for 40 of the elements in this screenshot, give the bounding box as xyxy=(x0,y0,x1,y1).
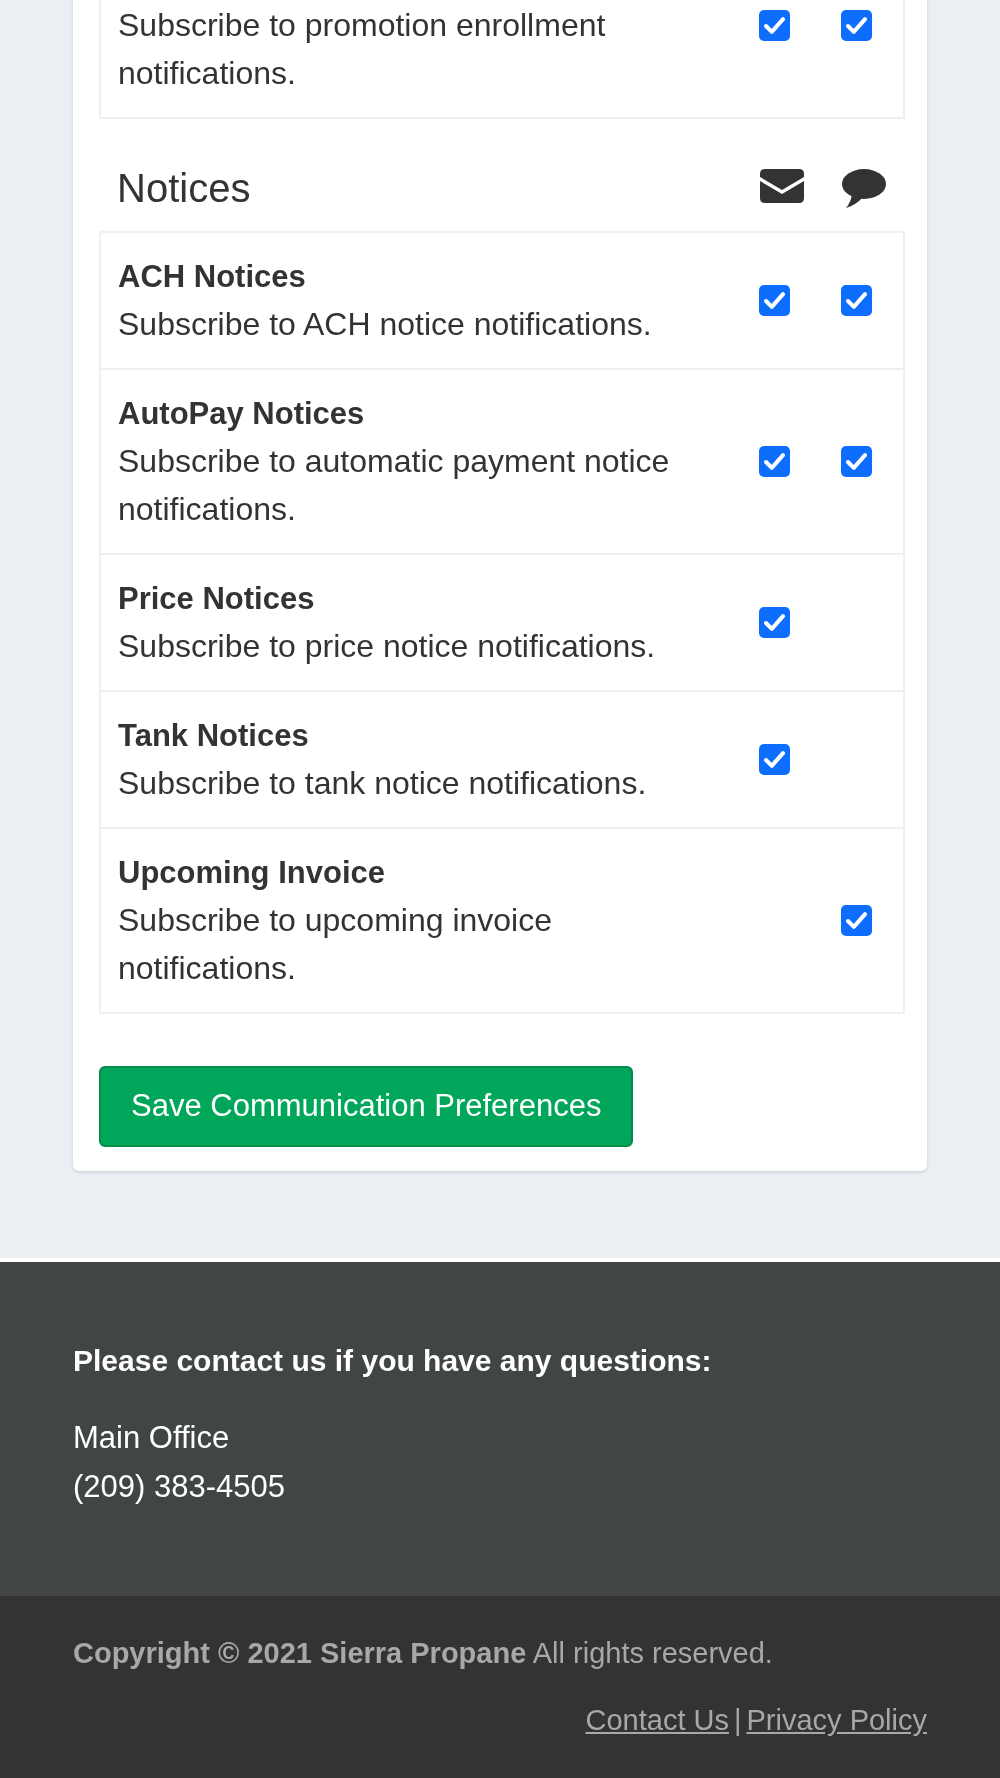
footer-link[interactable]: Privacy Policy xyxy=(746,1698,927,1743)
option-title: ACH Notices xyxy=(118,258,307,296)
checkbox[interactable] xyxy=(840,446,872,477)
footer-link[interactable]: Contact Us xyxy=(585,1698,729,1743)
checkbox[interactable] xyxy=(758,607,790,638)
check-icon xyxy=(763,453,785,470)
check-icon xyxy=(845,453,867,470)
option-description: Subscribe to promotion enrollment notifications. xyxy=(118,6,607,93)
checkbox[interactable] xyxy=(758,446,790,477)
option-title: Tank Notices xyxy=(118,717,310,755)
link-separator: | xyxy=(733,1703,742,1738)
copyright-notice: Copyright © 2021 Sierra Propane All rights reserved. xyxy=(73,1636,773,1671)
save-button[interactable]: Save Communication Preferences xyxy=(99,1066,634,1147)
speech-bubble-icon xyxy=(842,168,886,208)
footer-heading: Please contact us if you have any questions: xyxy=(73,1343,712,1379)
check-icon xyxy=(845,292,867,309)
option-title: Price Notices xyxy=(118,580,316,618)
checkbox[interactable] xyxy=(840,285,872,316)
envelope-icon xyxy=(760,168,804,203)
check-icon xyxy=(845,912,867,929)
check-icon xyxy=(763,17,785,34)
checkbox[interactable] xyxy=(840,10,872,41)
option-description: Subscribe to automatic payment notice notifications. xyxy=(118,442,671,529)
checkbox[interactable] xyxy=(758,744,790,775)
option-title: AutoPay Notices xyxy=(118,395,366,433)
office-phone: (209) 383-4505 xyxy=(73,1468,285,1506)
option-description: Subscribe to upcoming invoice notifications. xyxy=(118,901,553,988)
check-icon xyxy=(763,614,785,631)
checkbox[interactable] xyxy=(840,905,872,936)
option-description: Subscribe to price notice notifications. xyxy=(118,627,657,666)
office-name: Main Office xyxy=(73,1419,230,1457)
check-icon xyxy=(763,751,785,768)
checkbox[interactable] xyxy=(758,10,790,41)
checkbox[interactable] xyxy=(758,285,790,316)
check-icon xyxy=(845,17,867,34)
section-heading: Notices xyxy=(117,165,251,212)
option-description: Subscribe to tank notice notifications. xyxy=(118,764,648,803)
option-description: Subscribe to ACH notice notifications. xyxy=(118,305,653,344)
option-title: Upcoming Invoice xyxy=(118,854,386,892)
check-icon xyxy=(763,292,785,309)
